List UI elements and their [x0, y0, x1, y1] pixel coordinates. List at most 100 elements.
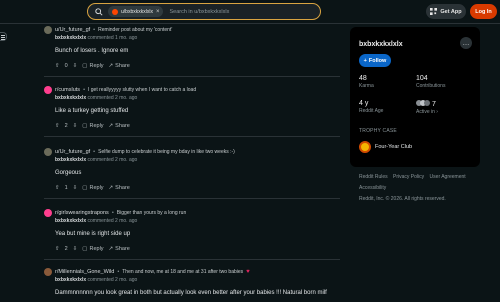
- follow-label: Follow: [368, 57, 387, 64]
- follow-button[interactable]: + Follow: [359, 54, 391, 67]
- reply-button[interactable]: ▢ Reply: [82, 63, 103, 69]
- comment-item[interactable]: r/Millennials_Gone_Wild • Then and now, …: [44, 268, 340, 296]
- search-placeholder[interactable]: Search in u/bxbxkxkxlxlx: [169, 9, 229, 15]
- reply-label: Reply: [89, 63, 104, 69]
- reddit-age-value: 4 y: [359, 100, 369, 107]
- community-avatar-icon[interactable]: [44, 148, 52, 156]
- share-label: Share: [115, 246, 130, 252]
- comment-text: Dammnnnnnn you look great in both but ac…: [55, 290, 327, 296]
- comment-item[interactable]: u/Ur_future_gf • Reminder post about my …: [44, 26, 340, 69]
- top-bar: u/bxbxkxkxlxlx × Search in u/bxbxkxkxlxl…: [0, 0, 500, 24]
- share-button[interactable]: ↗ Share: [109, 185, 130, 191]
- user-agreement-link[interactable]: User Agreement: [430, 174, 466, 180]
- community-avatar-icon[interactable]: [44, 26, 52, 34]
- reply-icon: ▢: [82, 185, 88, 191]
- comment-time: commented 2 mo. ago: [87, 157, 138, 163]
- share-button[interactable]: ↗ Share: [109, 123, 130, 129]
- comment-author[interactable]: bxbxkxkxlxlx: [55, 35, 86, 41]
- reply-label: Reply: [89, 123, 104, 129]
- clear-scope-icon[interactable]: ×: [156, 9, 160, 15]
- search-icon: [95, 7, 103, 16]
- divider: [44, 136, 340, 137]
- login-button[interactable]: Log In: [470, 4, 497, 19]
- reply-button[interactable]: ▢ Reply: [82, 123, 103, 129]
- comment-author[interactable]: bxbxkxkxlxlx: [55, 157, 86, 163]
- subreddit-link[interactable]: u/Ur_future_gf: [55, 149, 90, 155]
- upvote-icon[interactable]: ⇧: [55, 63, 60, 69]
- community-avatar-icon[interactable]: [44, 268, 52, 276]
- subreddit-link[interactable]: u/Ur_future_gf: [55, 27, 90, 33]
- subreddit-link[interactable]: r/Millennials_Gone_Wild: [55, 269, 114, 275]
- reply-icon: ▢: [82, 63, 88, 69]
- post-title-link[interactable]: Then and now, me at 18 and me at 31 afte…: [122, 269, 243, 275]
- user-avatar-icon: [112, 8, 118, 15]
- divider: [44, 198, 340, 199]
- upvote-icon[interactable]: ⇧: [55, 246, 60, 252]
- trophy-item[interactable]: Four-Year Club: [359, 141, 412, 153]
- post-title-link[interactable]: Bigger than yours by a long run: [117, 210, 187, 216]
- separator-dot: •: [111, 210, 114, 216]
- share-icon: ↗: [108, 185, 114, 191]
- active-in-stat[interactable]: 7 Active in ›: [416, 100, 438, 115]
- comment-author[interactable]: bxbxkxkxlxlx: [55, 277, 86, 283]
- share-icon: ↗: [108, 246, 114, 252]
- accessibility-link[interactable]: Accessibility: [359, 185, 386, 191]
- share-icon: ↗: [108, 63, 114, 69]
- trophy-name: Four-Year Club: [375, 144, 413, 150]
- downvote-icon[interactable]: ⇩: [73, 63, 78, 69]
- separator-dot: •: [93, 27, 96, 33]
- active-in-value: 7: [431, 101, 436, 108]
- downvote-icon[interactable]: ⇩: [73, 185, 78, 191]
- reply-icon: ▢: [82, 123, 88, 129]
- profile-username: bxbxkxkxlxlx: [359, 41, 403, 48]
- reply-button[interactable]: ▢ Reply: [82, 246, 103, 252]
- share-button[interactable]: ↗ Share: [109, 63, 130, 69]
- get-app-label: Get App: [440, 8, 462, 15]
- comment-item[interactable]: u/Ur_future_gf • Selfie dump to celebrat…: [44, 148, 340, 191]
- community-avatar-icon[interactable]: [44, 86, 52, 94]
- comment-author[interactable]: bxbxkxkxlxlx: [55, 218, 86, 224]
- subreddit-link[interactable]: r/cumsluts: [55, 87, 80, 93]
- karma-label: Karma: [359, 83, 374, 89]
- site-footer: Reddit Rules Privacy Policy User Agreeme…: [359, 172, 499, 205]
- reddit-age-label: Reddit Age: [359, 108, 384, 114]
- reply-label: Reply: [89, 246, 104, 252]
- share-label: Share: [115, 123, 130, 129]
- post-title-link[interactable]: I get reallyyyyy slutty when I want to c…: [88, 87, 196, 93]
- search-scope-chip[interactable]: u/bxbxkxkxlxlx ×: [108, 6, 164, 17]
- share-button[interactable]: ↗ Share: [109, 246, 130, 252]
- copyright-text: Reddit, Inc. © 2026. All rights reserved…: [359, 196, 446, 202]
- community-avatar-icon[interactable]: [44, 209, 52, 217]
- sidebar-toggle-button[interactable]: [0, 32, 7, 41]
- more-options-button[interactable]: …: [460, 37, 472, 49]
- heart-icon: ♥: [246, 269, 250, 275]
- menu-icon-line: [1, 39, 5, 40]
- upvote-icon[interactable]: ⇧: [55, 123, 60, 129]
- vote-count: 0: [64, 63, 68, 69]
- comment-author[interactable]: bxbxkxkxlxlx: [55, 95, 86, 101]
- downvote-icon[interactable]: ⇩: [73, 123, 78, 129]
- privacy-policy-link[interactable]: Privacy Policy: [393, 174, 424, 180]
- vote-count: 1: [64, 185, 68, 191]
- reply-button[interactable]: ▢ Reply: [82, 185, 103, 191]
- get-app-button[interactable]: Get App: [426, 4, 466, 19]
- post-title-link[interactable]: Selfie dump to celebrate it being my bda…: [98, 149, 235, 155]
- subreddit-link[interactable]: r/girlswearingstrapons: [55, 210, 109, 216]
- active-in-label[interactable]: Active in ›: [416, 109, 438, 115]
- comment-item[interactable]: r/girlswearingstrapons • Bigger than you…: [44, 209, 340, 252]
- separator-dot: •: [93, 149, 96, 155]
- comment-text: Bunch of losers . Ignore em: [55, 48, 129, 54]
- comment-item[interactable]: r/cumsluts • I get reallyyyyy slutty whe…: [44, 86, 340, 129]
- menu-icon-line: [1, 37, 5, 38]
- upvote-icon[interactable]: ⇧: [55, 185, 60, 191]
- divider: [44, 76, 340, 77]
- post-title-link[interactable]: Reminder post about my 'content': [98, 27, 172, 33]
- search-bar[interactable]: u/bxbxkxkxlxlx × Search in u/bxbxkxkxlxl…: [87, 3, 321, 20]
- reddit-rules-link[interactable]: Reddit Rules: [359, 174, 388, 180]
- separator-dot: •: [83, 87, 85, 93]
- share-label: Share: [115, 185, 130, 191]
- community-avatars-icon: [416, 100, 430, 106]
- karma-value: 48: [359, 75, 367, 82]
- downvote-icon[interactable]: ⇩: [73, 246, 78, 252]
- reddit-age-stat: 4 y Reddit Age: [359, 100, 383, 114]
